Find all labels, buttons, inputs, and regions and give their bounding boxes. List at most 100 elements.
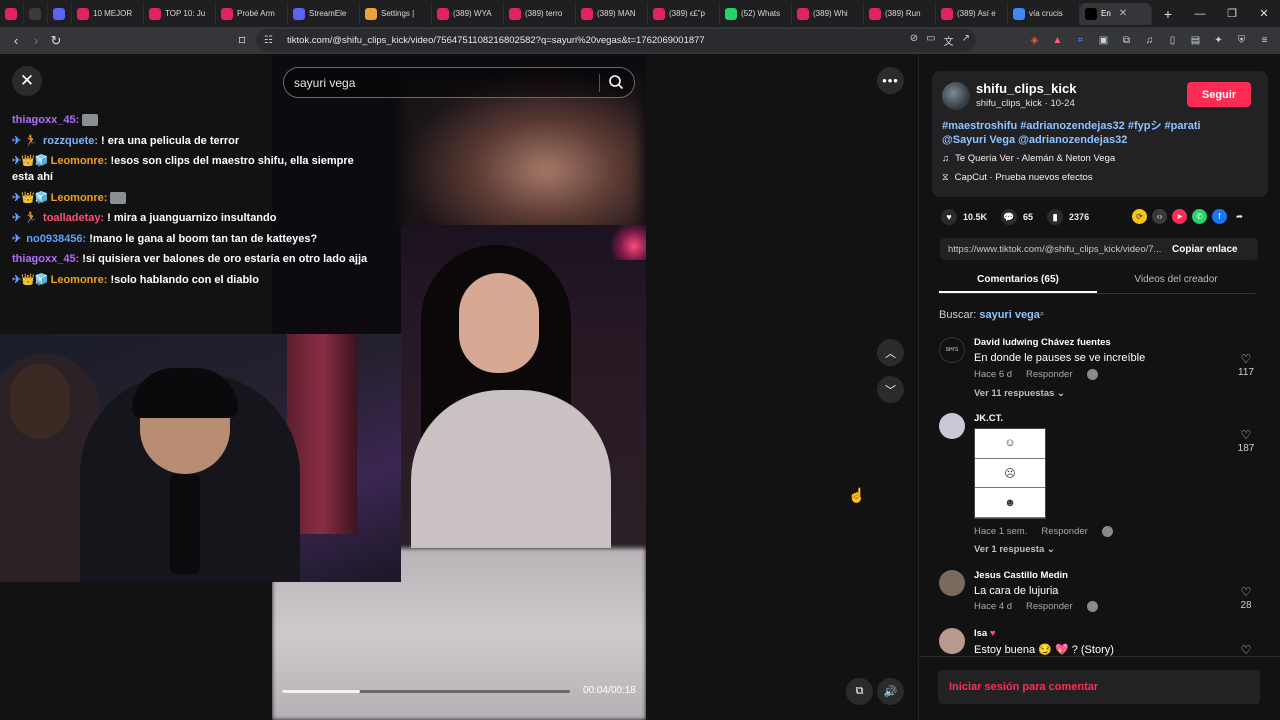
close-tab-icon[interactable]: ✕ [1119, 8, 1127, 19]
screenshot-icon[interactable]: ⧉ [1119, 33, 1134, 48]
video-progress-bar[interactable] [282, 690, 570, 693]
share-icon[interactable]: ↗ [962, 33, 970, 48]
commenter-name[interactable]: David ludwing Chávez fuentes [974, 337, 1111, 348]
wallet-icon[interactable]: ▤ [1188, 33, 1203, 48]
author-name[interactable]: shifu_clips_kick [976, 81, 1076, 96]
browser-tab[interactable]: Probé Arm [216, 2, 288, 25]
browser-tab[interactable]: En ✕ [1080, 2, 1152, 25]
browser-tab[interactable]: Settings | [360, 2, 432, 25]
comment-like-button[interactable]: ♡ 28 [1233, 585, 1259, 611]
music-row[interactable]: ♫ Te Quería Ver - Alemán & Neton Vega [942, 153, 1115, 164]
comment-like-button[interactable]: ♡ 187 [1233, 428, 1259, 454]
screen-icon[interactable]: ▭ [926, 33, 935, 48]
creator-like-avatar [1086, 601, 1098, 612]
chat-message: ✈ no0938456: !mano le gana al boom tan ta… [12, 231, 374, 247]
browser-tab[interactable]: TOP 10: Ju [144, 2, 216, 25]
reload-icon[interactable]: ↻ [46, 33, 66, 49]
tab-comments[interactable]: Comentarios (65) [939, 270, 1097, 293]
like-button[interactable]: ♥ 10.5K [941, 209, 987, 225]
volume-button[interactable]: 🔊 [877, 678, 904, 705]
rewards-icon[interactable]: ▲ [1050, 33, 1065, 48]
embed-icon[interactable]: ‹› [1152, 209, 1167, 224]
previous-video-button[interactable]: ︿ [877, 339, 904, 366]
reply-button[interactable]: Responder [1026, 601, 1072, 612]
facebook-icon[interactable]: f [1212, 209, 1227, 224]
comment-like-button[interactable]: ♡ [1233, 643, 1259, 656]
post-description[interactable]: #maestroshifu #adrianozendejas32 #fypシ #… [942, 119, 1242, 147]
comment-button[interactable]: 💬 65 [1001, 209, 1033, 225]
comment-time: Hace 1 sem. [974, 526, 1028, 537]
browser-tab[interactable]: (389) Así e [936, 2, 1008, 25]
commenter-avatar[interactable] [939, 570, 965, 596]
browser-tab[interactable]: (389) Whi [792, 2, 864, 25]
commenter-avatar[interactable] [939, 413, 965, 439]
minimize-icon[interactable]: — [1184, 8, 1216, 20]
view-replies-button[interactable]: Ver 1 respuesta ⌄ [974, 544, 1055, 555]
share-arrow-icon[interactable]: ➦ [1232, 209, 1247, 224]
login-to-comment-button[interactable]: Iniciar sesión para comentar [938, 670, 1260, 704]
menu-icon[interactable]: ≡ [1257, 33, 1272, 48]
new-tab-button[interactable]: + [1158, 6, 1178, 22]
comment-like-button[interactable]: ♡ 117 [1233, 352, 1259, 378]
search-input[interactable]: sayuri vega [283, 67, 635, 98]
commenter-avatar[interactable] [939, 628, 965, 654]
floating-player-button[interactable]: ⧉ [846, 678, 873, 705]
chevron-down-icon: ⌄ [1046, 544, 1055, 555]
commenter-name[interactable]: JK.CT. [974, 413, 1003, 424]
more-options-button[interactable]: ••• [877, 67, 904, 94]
browser-tab[interactable] [0, 2, 24, 25]
translate-ext-icon[interactable]: ⌗ [1073, 33, 1088, 48]
browser-tab[interactable] [48, 2, 72, 25]
sidebar-icon[interactable]: ▯ [1165, 33, 1180, 48]
next-video-button[interactable]: ﹀ [877, 376, 904, 403]
reply-button[interactable]: Responder [1026, 369, 1072, 380]
save-button[interactable]: ▮ 2376 [1047, 209, 1089, 225]
url-bar[interactable]: ☷ tiktok.com/@shifu_clips_kick/video/756… [256, 29, 976, 52]
whatsapp-icon[interactable]: ✆ [1192, 209, 1207, 224]
brave-shield-icon[interactable]: ◈ [1027, 33, 1042, 48]
copy-link-button[interactable]: Copiar enlace [1172, 244, 1238, 255]
browser-tab[interactable]: (389) Run [864, 2, 936, 25]
tab-favicon-icon [797, 7, 809, 20]
view-replies-button[interactable]: Ver 11 respuestas ⌄ [974, 388, 1065, 399]
repost-icon[interactable]: ⟳ [1132, 209, 1147, 224]
chat-badges-icon: ✈👑🧊 [12, 155, 49, 167]
music-icon[interactable]: ♫ [1142, 33, 1157, 48]
author-avatar[interactable] [942, 82, 970, 110]
browser-tab[interactable] [24, 2, 48, 25]
vpn-icon[interactable]: ⛨ [1234, 33, 1249, 48]
microphone [170, 474, 200, 574]
effect-row[interactable]: ⧖ CapCut · Prueba nuevos efectos [942, 172, 1093, 183]
leo-icon[interactable]: ✦ [1211, 33, 1226, 48]
browser-tab[interactable]: (52) Whats [720, 2, 792, 25]
browser-tab[interactable]: 10 MEJOR [72, 2, 144, 25]
share-link[interactable]: https://www.tiktok.com/@shifu_clips_kick… [940, 244, 1172, 255]
comment-meme-image[interactable]: ☺ ☹ ☻ [974, 428, 1046, 519]
browser-tab[interactable]: vía crucis [1008, 2, 1080, 25]
reply-button[interactable]: Responder [1041, 526, 1087, 537]
tab-creator-videos[interactable]: Videos del creador [1097, 270, 1255, 293]
back-icon[interactable]: ‹ [6, 33, 26, 48]
send-icon[interactable]: ➤ [1172, 209, 1187, 224]
bookmark-icon[interactable]: ⌑ [232, 33, 252, 49]
read-mode-icon[interactable]: ⊘ [910, 33, 918, 48]
restore-icon[interactable]: ❐ [1216, 7, 1248, 20]
browser-tab[interactable]: (389) MAN [576, 2, 648, 25]
follow-button[interactable]: Seguir [1187, 82, 1251, 107]
forward-icon[interactable]: › [26, 33, 46, 48]
commenter-name[interactable]: Jesus Castillo Medin [974, 570, 1068, 581]
search-suggestion[interactable]: Buscar: sayuri vega⌕ [939, 309, 1044, 321]
translate-icon[interactable]: 文 [944, 33, 954, 48]
media-icon[interactable]: ▣ [1096, 33, 1111, 48]
close-video-button[interactable]: ✕ [12, 66, 42, 96]
browser-tab[interactable]: (389) terro [504, 2, 576, 25]
search-icon[interactable] [608, 74, 624, 90]
site-info-icon[interactable]: ☷ [264, 35, 273, 46]
close-window-icon[interactable]: ✕ [1248, 7, 1280, 20]
commenter-avatar[interactable]: SHI'S [939, 337, 965, 363]
chat-message: ✈ 🏃 rozzquete:! era una pelicula de terr… [12, 133, 374, 149]
browser-tab[interactable]: (389) WYA [432, 2, 504, 25]
browser-tab[interactable]: (389) ϵ£”p [648, 2, 720, 25]
browser-tab[interactable]: StreamEle [288, 2, 360, 25]
commenter-name[interactable]: Isa ♥ [974, 628, 996, 639]
